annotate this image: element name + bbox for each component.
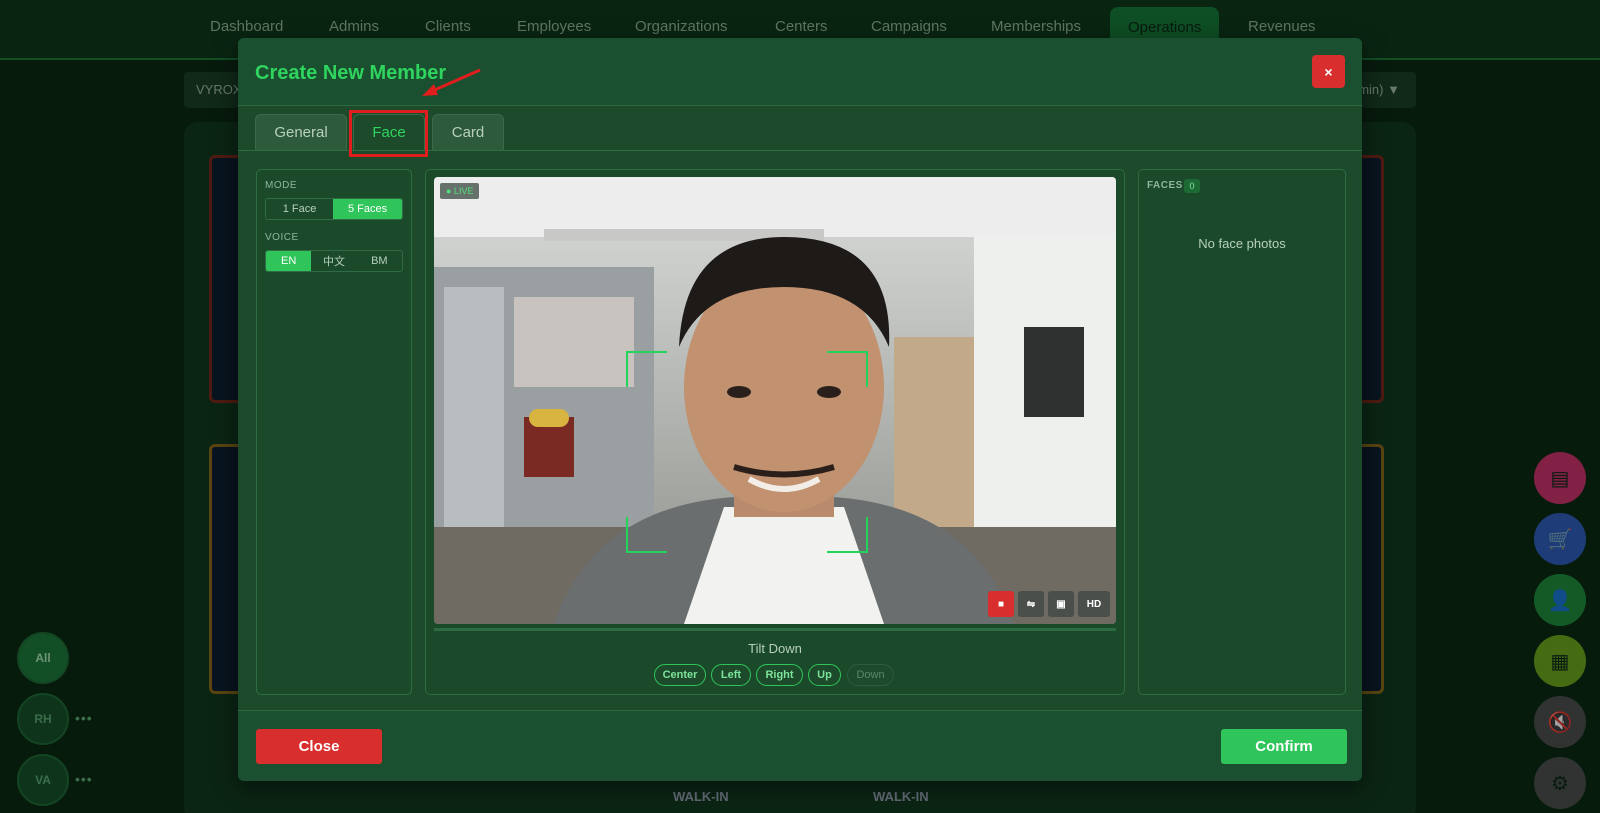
modal-close-button[interactable]: ×: [1312, 55, 1345, 88]
close-button[interactable]: Close: [256, 729, 382, 764]
voice-bm-button[interactable]: BM: [356, 251, 402, 271]
no-faces-message: No face photos: [1198, 236, 1286, 251]
pose-left-chip: Left: [711, 664, 751, 686]
faces-count-badge: 0: [1184, 179, 1200, 193]
pose-instruction: Tilt Down: [748, 641, 802, 656]
capture-settings-panel: [256, 169, 412, 695]
modal-footer: [238, 710, 1362, 781]
close-icon: ×: [1324, 63, 1333, 80]
pose-center-chip: Center: [654, 664, 706, 686]
faces-label: FACES: [1147, 180, 1183, 191]
hd-toggle-button[interactable]: HD: [1078, 591, 1110, 617]
camera-switch-icon: ▣: [1056, 598, 1066, 610]
voice-en-button[interactable]: EN: [266, 251, 312, 271]
camera-preview-image: [434, 177, 1116, 624]
mode-toggle: 1 Face 5 Faces: [265, 198, 403, 220]
modal-header: Create New Member ×: [238, 38, 1362, 106]
mode-5-faces-button[interactable]: 5 Faces: [333, 199, 402, 219]
live-badge: ● LIVE: [440, 183, 480, 199]
pose-down-chip: Down: [847, 664, 894, 686]
stop-camera-button[interactable]: ■: [988, 591, 1014, 617]
pose-right-chip: Right: [756, 664, 803, 686]
flip-camera-button[interactable]: ⇋: [1018, 591, 1044, 617]
annotation-arrow-icon: [422, 68, 481, 96]
confirm-button[interactable]: Confirm: [1221, 729, 1347, 764]
voice-zh-button[interactable]: 中文: [311, 251, 357, 271]
mode-label: MODE: [265, 180, 297, 191]
capture-progress-bar: [434, 628, 1116, 631]
tab-card[interactable]: Card: [432, 114, 504, 150]
switch-camera-button[interactable]: ▣: [1048, 591, 1074, 617]
face-tab-annotation-box: [349, 110, 428, 157]
camera-feed: ● LIVE ■ ⇋ ▣ HD: [434, 177, 1116, 624]
modal-title: Create New Member: [255, 62, 447, 84]
voice-label: VOICE: [265, 232, 299, 243]
mode-1-face-button[interactable]: 1 Face: [266, 199, 334, 219]
tab-general[interactable]: General: [255, 114, 347, 150]
voice-toggle: EN 中文 BM: [265, 250, 403, 272]
pose-up-chip: Up: [808, 664, 841, 686]
stop-icon: ■: [997, 598, 1005, 610]
flip-icon: ⇋: [1026, 598, 1036, 610]
